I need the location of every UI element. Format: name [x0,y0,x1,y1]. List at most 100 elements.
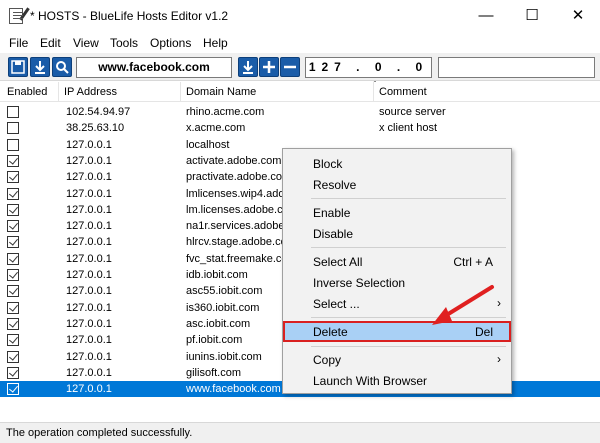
menu-item-enable[interactable]: Enable [283,202,511,223]
chevron-right-icon: › [497,296,501,310]
ip-address-cell: 127.0.0.1 [66,252,112,265]
menu-item-label: Copy [313,353,342,367]
ip-address-cell: 127.0.0.1 [66,187,112,200]
search-icon-glyph [56,61,69,74]
save-icon-glyph [11,60,25,74]
menu-separator [311,346,506,347]
menu-help[interactable]: Help [203,36,228,50]
menu-options[interactable]: Options [150,36,191,50]
enabled-checkbox[interactable] [7,383,19,396]
ip-address-cell: 127.0.0.1 [66,220,112,233]
window-title: * HOSTS - BlueLife Hosts Editor v1.2 [30,9,229,23]
download-icon-glyph [35,61,45,74]
plus-icon-glyph [263,61,275,73]
enabled-checkbox[interactable] [7,252,19,265]
menu-item-label: Block [313,157,343,171]
ip-address-cell: 127.0.0.1 [66,269,112,281]
menu-item-label: Launch With Browser [313,374,428,388]
enabled-checkbox[interactable] [7,171,19,184]
table-row[interactable]: 38.25.63.10 x.acme.com x client host [0,120,600,136]
ip-address-cell: 38.25.63.10 [66,122,125,135]
comment-cell: source server [379,106,446,118]
ip-address-cell: 127.0.0.1 [66,334,112,347]
enabled-checkbox[interactable] [7,203,19,216]
menu-item-delete[interactable]: Delete Del [283,321,511,342]
enabled-checkbox[interactable] [7,350,19,363]
menu-item-select-all[interactable]: Select All Ctrl + A [283,251,511,272]
column-divider[interactable] [58,82,59,102]
enabled-checkbox[interactable] [7,285,19,298]
ip-address-cell: 102.54.94.97 [66,106,131,118]
table-header: Enabled IP Address Domain Name Comment [0,82,600,102]
maximize-button[interactable]: ☐ [509,0,555,32]
minus-icon-glyph [284,65,296,69]
enabled-checkbox[interactable] [7,138,19,151]
column-enabled[interactable]: Enabled [7,86,47,98]
title-bar: * HOSTS - BlueLife Hosts Editor v1.2 — ☐… [0,0,600,32]
column-comment[interactable]: Comment [379,86,427,98]
enabled-checkbox[interactable] [7,187,19,200]
ip-address-cell: 127.0.0.1 [66,138,112,151]
ip-address-cell: 127.0.0.1 [66,383,112,396]
domain-name-cell: x.acme.com [186,122,246,135]
menu-file[interactable]: File [9,36,28,50]
comment-cell: x client host [379,122,438,135]
close-button[interactable]: ✕ [555,0,600,32]
menu-item-label: Inverse Selection [313,276,406,290]
menu-item-label: Resolve [313,178,357,192]
ip-address-cell: 127.0.0.1 [66,301,112,314]
enabled-checkbox[interactable] [7,317,19,330]
menu-item-label: Delete [313,325,348,339]
remove-icon[interactable] [280,57,300,77]
enabled-checkbox[interactable] [7,236,19,249]
menu-separator [311,247,506,248]
ip-address-cell: 127.0.0.1 [66,154,112,167]
column-divider[interactable] [373,82,374,102]
column-ip-address[interactable]: IP Address [64,86,117,98]
enabled-checkbox[interactable] [7,106,19,118]
enabled-checkbox[interactable] [7,366,19,379]
enabled-checkbox[interactable] [7,122,19,135]
download-icon[interactable] [238,57,258,77]
enabled-checkbox[interactable] [7,220,19,233]
menu-item-resolve[interactable]: Resolve [283,174,511,195]
context-menu: Block Resolve Enable Disable Select All … [282,148,512,394]
ip-address-cell: 127.0.0.1 [66,285,112,298]
menu-item-launch-browser[interactable]: Launch With Browser [283,370,511,391]
domain-name-cell: rhino.acme.com [186,106,265,118]
notepad-icon [9,8,23,24]
download-icon-glyph [243,61,253,74]
menu-view[interactable]: View [73,36,99,50]
menu-separator [311,317,506,318]
column-domain-name[interactable]: Domain Name [186,86,256,98]
menu-item-copy-submenu[interactable]: Copy › [283,349,511,370]
chevron-right-icon: › [497,352,501,366]
domain-input[interactable]: www.facebook.com [76,57,232,78]
enabled-checkbox[interactable] [7,334,19,347]
minimize-button[interactable]: — [463,0,509,32]
menu-edit[interactable]: Edit [40,36,61,50]
enabled-checkbox[interactable] [7,301,19,314]
menu-item-disable[interactable]: Disable [283,223,511,244]
ip-address-cell: 127.0.0.1 [66,236,112,249]
toolbar: www.facebook.com 127 . 0 . 0 . 1 [0,53,600,93]
table-row[interactable]: 102.54.94.97 rhino.acme.com source server [0,104,600,120]
enabled-checkbox[interactable] [7,154,19,167]
add-icon[interactable] [259,57,279,77]
status-text: The operation completed successfully. [6,427,193,439]
menu-item-shortcut: Del [474,325,493,339]
ip-input[interactable]: 127 . 0 . 0 . 1 [305,57,432,93]
menu-item-label: Select ... [313,297,360,311]
menu-tools[interactable]: Tools [110,36,138,50]
column-divider[interactable] [180,82,181,102]
menu-item-block[interactable]: Block [283,153,511,174]
menu-item-inverse-selection[interactable]: Inverse Selection [283,272,511,293]
download-icon[interactable] [30,57,50,77]
menu-item-select-submenu[interactable]: Select ... › [283,293,511,314]
search-icon[interactable] [52,57,72,77]
save-icon[interactable] [8,57,28,77]
menu-separator [311,198,506,199]
enabled-checkbox[interactable] [7,269,19,281]
comment-input[interactable] [438,57,595,78]
ip-address-cell: 127.0.0.1 [66,171,112,184]
